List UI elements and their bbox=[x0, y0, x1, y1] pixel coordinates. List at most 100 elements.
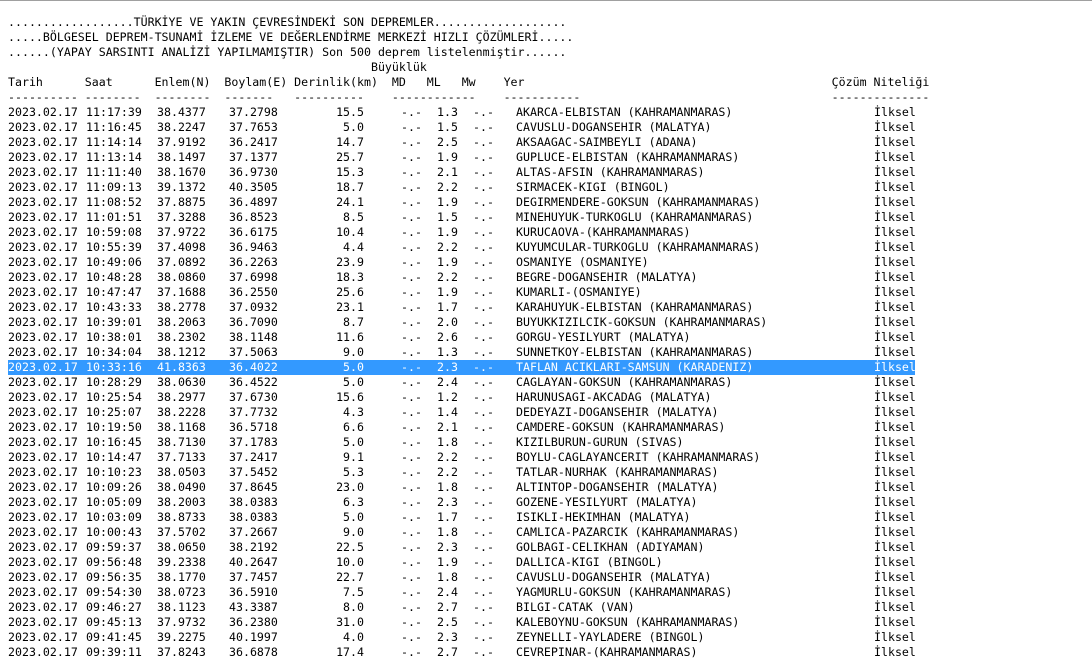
table-row[interactable]: 2023.02.17 10:55:39 37.4098 36.9463 4.4 -.- 2.… bbox=[8, 240, 1092, 255]
table-row[interactable]: 2023.02.17 10:16:45 38.7130 37.1783 5.0 -.- 1.… bbox=[8, 435, 1092, 450]
md-cell: -.- bbox=[401, 195, 422, 209]
latitude-cell: 41.8363 bbox=[157, 360, 206, 374]
latitude-cell: 37.5702 bbox=[157, 525, 206, 539]
md-cell: -.- bbox=[401, 150, 422, 164]
ml-cell: 1.8 bbox=[437, 435, 458, 449]
mw-cell: -.- bbox=[473, 300, 494, 314]
mw-cell: -.- bbox=[473, 195, 494, 209]
magnitude-group-label: Büyüklük bbox=[8, 60, 427, 74]
table-row[interactable]: 2023.02.17 11:13:14 38.1497 37.1377 25.7 -.- 1… bbox=[8, 150, 1092, 165]
time-cell: 10:10:23 bbox=[86, 465, 142, 479]
time-cell: 09:56:35 bbox=[86, 570, 142, 584]
mw-cell: -.- bbox=[473, 180, 494, 194]
table-row[interactable]: 2023.02.17 10:47:47 37.1688 36.2550 25.6 -.- 1… bbox=[8, 285, 1092, 300]
longitude-cell: 36.4522 bbox=[229, 375, 278, 389]
ml-cell: 2.3 bbox=[437, 495, 458, 509]
md-cell: -.- bbox=[401, 540, 422, 554]
location-cell: HARUNUSAGI-AKCADAG (MALATYA) bbox=[516, 390, 712, 404]
table-row[interactable]: 2023.02.17 10:14:47 37.7133 37.2417 9.1 -.- 2.… bbox=[8, 450, 1092, 465]
table-row[interactable]: 2023.02.17 10:03:09 38.8733 38.0383 5.0 -.- 1.… bbox=[8, 510, 1092, 525]
time-cell: 10:55:39 bbox=[86, 240, 142, 254]
depth-cell: 31.0 bbox=[336, 615, 364, 629]
date-cell: 2023.02.17 bbox=[8, 525, 78, 539]
latitude-cell: 38.1670 bbox=[157, 165, 206, 179]
table-row[interactable]: 2023.02.17 10:09:26 38.0490 37.8645 23.0 -.- 1… bbox=[8, 480, 1092, 495]
table-row[interactable]: 2023.02.17 09:41:45 39.2275 40.1997 4.0 -.- 2.… bbox=[8, 630, 1092, 645]
table-row[interactable]: 2023.02.17 10:05:09 38.2003 38.0383 6.3 -.- 2.… bbox=[8, 495, 1092, 510]
longitude-cell: 36.6175 bbox=[229, 225, 278, 239]
longitude-cell: 37.6730 bbox=[229, 390, 278, 404]
time-cell: 10:38:01 bbox=[86, 330, 142, 344]
table-row[interactable]: 2023.02.17 11:08:52 37.8875 36.4897 24.1 -.- 1… bbox=[8, 195, 1092, 210]
location-cell: BILGI-CATAK (VAN) bbox=[516, 600, 635, 614]
latitude-cell: 39.2338 bbox=[157, 555, 206, 569]
md-cell: -.- bbox=[401, 450, 422, 464]
mw-cell: -.- bbox=[473, 480, 494, 494]
table-row[interactable]: 2023.02.17 11:11:40 38.1670 36.9730 15.3 -.- 2… bbox=[8, 165, 1092, 180]
table-row[interactable]: 2023.02.17 10:39:01 38.2063 36.7090 8.7 -.- 2.… bbox=[8, 315, 1092, 330]
table-row[interactable]: 2023.02.17 10:43:33 38.2778 37.0932 23.1 -.- 1… bbox=[8, 300, 1092, 315]
latitude-cell: 38.2247 bbox=[157, 120, 206, 134]
solution-quality-cell: İlksel bbox=[874, 420, 916, 434]
md-cell: -.- bbox=[401, 225, 422, 239]
depth-cell: 8.7 bbox=[343, 315, 364, 329]
location-cell: DEDEYAZI-DOGANSEHIR (MALATYA) bbox=[516, 405, 719, 419]
earthquake-list[interactable]: 2023.02.17 11:17:39 38.4377 37.2798 15.5 -.- 1… bbox=[8, 105, 1092, 660]
longitude-cell: 37.5063 bbox=[229, 345, 278, 359]
time-cell: 11:16:45 bbox=[86, 120, 142, 134]
table-row[interactable]: 2023.02.17 09:54:30 38.0723 36.5910 7.5 -.- 2.… bbox=[8, 585, 1092, 600]
table-row[interactable]: 2023.02.17 10:49:06 37.0892 36.2263 23.9 -.- 1… bbox=[8, 255, 1092, 270]
table-row[interactable]: 2023.02.17 10:25:54 38.2977 37.6730 15.6 -.- 1… bbox=[8, 390, 1092, 405]
table-row[interactable]: 2023.02.17 10:00:43 37.5702 37.2667 9.0 -.- 1.… bbox=[8, 525, 1092, 540]
md-cell: -.- bbox=[401, 510, 422, 524]
location-cell: SIRMACEK-KIGI (BINGOL) bbox=[516, 180, 670, 194]
location-cell: KARAHUYUK-ELBISTAN (KAHRAMANMARAS) bbox=[516, 300, 754, 314]
table-row[interactable]: 2023.02.17 11:17:39 38.4377 37.2798 15.5 -.- 1… bbox=[8, 105, 1092, 120]
depth-cell: 6.3 bbox=[343, 495, 364, 509]
table-row[interactable]: 2023.02.17 11:14:14 37.9192 36.2417 14.7 -.- 2… bbox=[8, 135, 1092, 150]
time-cell: 11:11:40 bbox=[86, 165, 142, 179]
table-row[interactable]: 2023.02.17 11:09:13 39.1372 40.3505 18.7 -.- 2… bbox=[8, 180, 1092, 195]
ml-cell: 1.4 bbox=[437, 405, 458, 419]
table-row[interactable]: 2023.02.17 10:48:28 38.0860 37.6998 18.3 -.- 2… bbox=[8, 270, 1092, 285]
table-row[interactable]: 2023.02.17 09:56:35 38.1770 37.7457 22.7 -.- 1… bbox=[8, 570, 1092, 585]
depth-cell: 9.1 bbox=[343, 450, 364, 464]
mw-cell: -.- bbox=[473, 450, 494, 464]
md-cell: -.- bbox=[401, 285, 422, 299]
time-cell: 10:03:09 bbox=[86, 510, 142, 524]
table-row[interactable]: 2023.02.17 09:39:11 37.8243 36.6878 17.4 -.- 2… bbox=[8, 645, 1092, 660]
mw-cell: -.- bbox=[473, 390, 494, 404]
table-row[interactable]: 2023.02.17 09:59:37 38.0650 38.2192 22.5 -.- 2… bbox=[8, 540, 1092, 555]
table-row[interactable]: 2023.02.17 10:34:04 38.1212 37.5063 9.0 -.- 1.… bbox=[8, 345, 1092, 360]
header-note: ......(YAPAY SARSINTI ANALİZİ YAPILMAMIŞ… bbox=[8, 45, 567, 59]
longitude-cell: 37.7732 bbox=[229, 405, 278, 419]
table-row[interactable]: 2023.02.17 10:28:29 38.0630 36.4522 5.0 -.- 2.… bbox=[8, 375, 1092, 390]
md-cell: -.- bbox=[401, 570, 422, 584]
table-row[interactable]: 2023.02.17 10:25:07 38.2228 37.7732 4.3 -.- 1.… bbox=[8, 405, 1092, 420]
table-row[interactable]: 2023.02.17 10:38:01 38.2302 38.1148 11.6 -.- 2… bbox=[8, 330, 1092, 345]
table-row[interactable]: 2023.02.17 09:56:48 39.2338 40.2647 10.0 -.- 1… bbox=[8, 555, 1092, 570]
table-row[interactable]: 2023.02.17 10:10:23 38.0503 37.5452 5.3 -.- 2.… bbox=[8, 465, 1092, 480]
table-row[interactable]: 2023.02.17 10:19:50 38.1168 36.5718 6.6 -.- 2.… bbox=[8, 420, 1092, 435]
table-row[interactable]: 2023.02.17 09:46:27 38.1123 43.3387 8.0 -.- 2.… bbox=[8, 600, 1092, 615]
time-cell: 11:09:13 bbox=[86, 180, 142, 194]
location-cell: ISIKLI-HEKIMHAN (MALATYA) bbox=[516, 510, 691, 524]
mw-cell: -.- bbox=[473, 600, 494, 614]
depth-cell: 17.4 bbox=[336, 645, 364, 659]
solution-quality-cell: İlksel bbox=[874, 105, 916, 119]
longitude-cell: 43.3387 bbox=[229, 600, 278, 614]
solution-quality-cell: İlksel bbox=[874, 405, 916, 419]
ml-cell: 2.1 bbox=[437, 420, 458, 434]
mw-cell: -.- bbox=[473, 285, 494, 299]
longitude-cell: 36.2550 bbox=[229, 285, 278, 299]
table-row[interactable]: 2023.02.17 10:59:08 37.9722 36.6175 10.4 -.- 1… bbox=[8, 225, 1092, 240]
list-header: ..................TÜRKİYE VE YAKIN ÇEVRE… bbox=[8, 15, 929, 105]
table-row-selected[interactable]: 2023.02.17 10:33:16 41.8363 36.4022 5.0 -.- 2.… bbox=[8, 360, 916, 375]
table-row[interactable]: 2023.02.17 11:01:51 37.3288 36.8523 8.5 -.- 1.… bbox=[8, 210, 1092, 225]
latitude-cell: 38.1770 bbox=[157, 570, 206, 584]
table-row[interactable]: 2023.02.17 11:16:45 38.2247 37.7653 5.0 -.- 1.… bbox=[8, 120, 1092, 135]
depth-cell: 7.5 bbox=[343, 585, 364, 599]
table-row[interactable]: 2023.02.17 09:45:13 37.9732 36.2380 31.0 -.- 2… bbox=[8, 615, 1092, 630]
location-cell: CAVUSLU-DOGANSEHIR (MALATYA) bbox=[516, 120, 712, 134]
depth-cell: 23.0 bbox=[336, 480, 364, 494]
